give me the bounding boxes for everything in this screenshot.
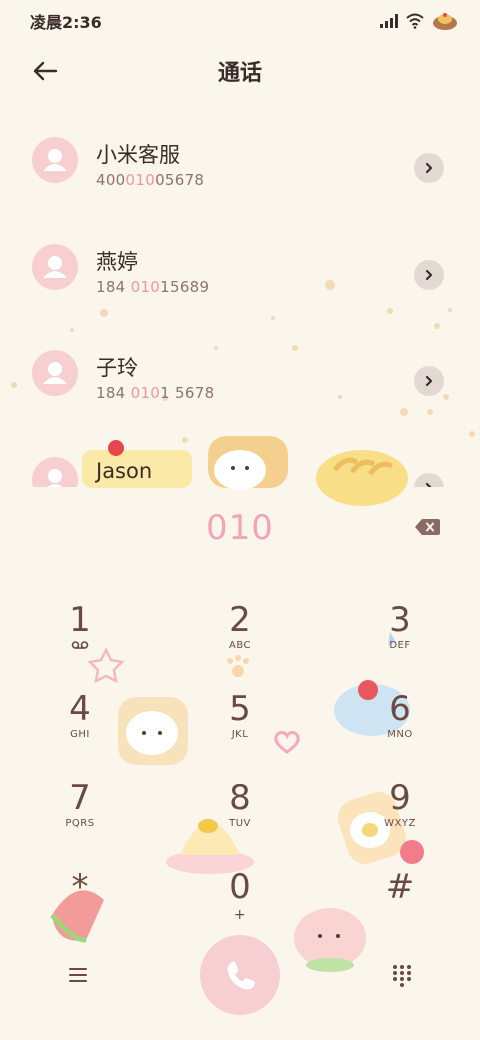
key-letters: DEF <box>389 640 411 651</box>
back-arrow-icon <box>33 61 58 81</box>
status-bar: 凌晨2:36 <box>0 0 480 42</box>
key-6[interactable]: 6 MNO <box>340 689 460 769</box>
contact-row[interactable]: 燕婷 184 01015689 <box>0 222 480 312</box>
bread-avatar-icon <box>433 13 457 30</box>
key-2[interactable]: 2 ABC <box>180 600 300 680</box>
key-digit: 6 <box>389 689 411 729</box>
key-digit: 9 <box>389 778 411 818</box>
contact-name: 燕婷 <box>96 250 138 274</box>
key-8[interactable]: 8 TUV <box>180 778 300 858</box>
key-digit: 5 <box>229 689 251 729</box>
key-4[interactable]: 4 GHI <box>20 689 140 769</box>
key-digit: 4 <box>69 689 91 729</box>
chevron-right-icon <box>425 375 433 387</box>
contact-detail-button[interactable] <box>414 473 444 487</box>
key-9[interactable]: 9 WXYZ <box>340 778 460 858</box>
contact-name: 小米客服 <box>96 143 180 167</box>
wifi-icon <box>406 13 424 29</box>
person-icon <box>47 469 63 487</box>
key-letters: GHI <box>70 729 90 740</box>
dialpad-icon <box>393 965 411 987</box>
contact-name: Jason <box>96 459 153 483</box>
key-letters: ABC <box>228 640 251 651</box>
status-time: 凌晨2:36 <box>30 13 102 32</box>
contact-avatar <box>32 457 78 487</box>
contact-detail-button[interactable] <box>414 260 444 290</box>
contact-avatar <box>32 244 78 290</box>
header: 通话 <box>0 46 480 96</box>
menu-button[interactable] <box>66 965 90 985</box>
contact-avatar <box>32 137 78 183</box>
key-digit: 2 <box>229 600 251 640</box>
bottom-action-bar <box>0 935 480 1015</box>
contact-number: 184 0101 5678 <box>96 384 215 402</box>
key-7[interactable]: 7 PQRS <box>20 778 140 858</box>
dialpad-toggle-button[interactable] <box>390 963 414 987</box>
contact-row[interactable]: 小米客服 40001005678 <box>0 115 480 205</box>
person-icon <box>43 256 67 278</box>
backspace-button[interactable] <box>413 514 441 540</box>
key-1[interactable]: 1 <box>20 600 140 680</box>
key-digit: # <box>385 867 415 907</box>
signal-icon <box>380 14 398 28</box>
contact-detail-button[interactable] <box>414 153 444 183</box>
key-5[interactable]: 5 JKL <box>180 689 300 769</box>
menu-icon <box>69 968 87 982</box>
call-button[interactable] <box>200 935 280 1015</box>
key-digit: * <box>71 867 89 907</box>
chevron-right-icon <box>425 482 432 487</box>
key-digit: 0 <box>229 867 251 907</box>
contact-number: 40001005678 <box>96 171 205 189</box>
key-letters: PQRS <box>65 818 95 829</box>
key-letters: + <box>233 907 247 923</box>
contact-avatar <box>32 350 78 396</box>
backspace-icon <box>415 519 440 535</box>
key-3[interactable]: 3 DEF <box>340 600 460 680</box>
key-letters: TUV <box>229 818 251 829</box>
page-title: 通话 <box>217 61 262 86</box>
chevron-right-icon <box>425 162 433 174</box>
contact-suggestion-list: 小米客服 40001005678 燕婷 184 01015689 子玲 184 … <box>0 105 480 487</box>
key-digit: 8 <box>229 778 251 818</box>
key-letters: JKL <box>231 729 249 740</box>
key-letters: MNO <box>387 729 413 740</box>
status-icons <box>380 11 458 31</box>
key-digit: 3 <box>389 600 411 640</box>
contact-detail-button[interactable] <box>414 366 444 396</box>
chevron-right-icon <box>425 269 433 281</box>
contact-row[interactable]: Jason <box>0 435 480 487</box>
key-digit: 7 <box>69 778 91 818</box>
key-digit: 1 <box>69 600 91 640</box>
dialed-number-display[interactable]: 010 <box>0 505 480 551</box>
voicemail-icon <box>71 641 89 649</box>
back-button[interactable] <box>28 54 62 88</box>
contact-number: 184 01015689 <box>96 278 210 296</box>
contact-name: 子玲 <box>96 356 138 380</box>
contact-row[interactable]: 子玲 184 0101 5678 <box>0 328 480 418</box>
person-icon <box>43 149 67 171</box>
person-icon <box>43 362 67 384</box>
phone-icon <box>227 961 255 990</box>
key-letters: WXYZ <box>384 818 416 829</box>
